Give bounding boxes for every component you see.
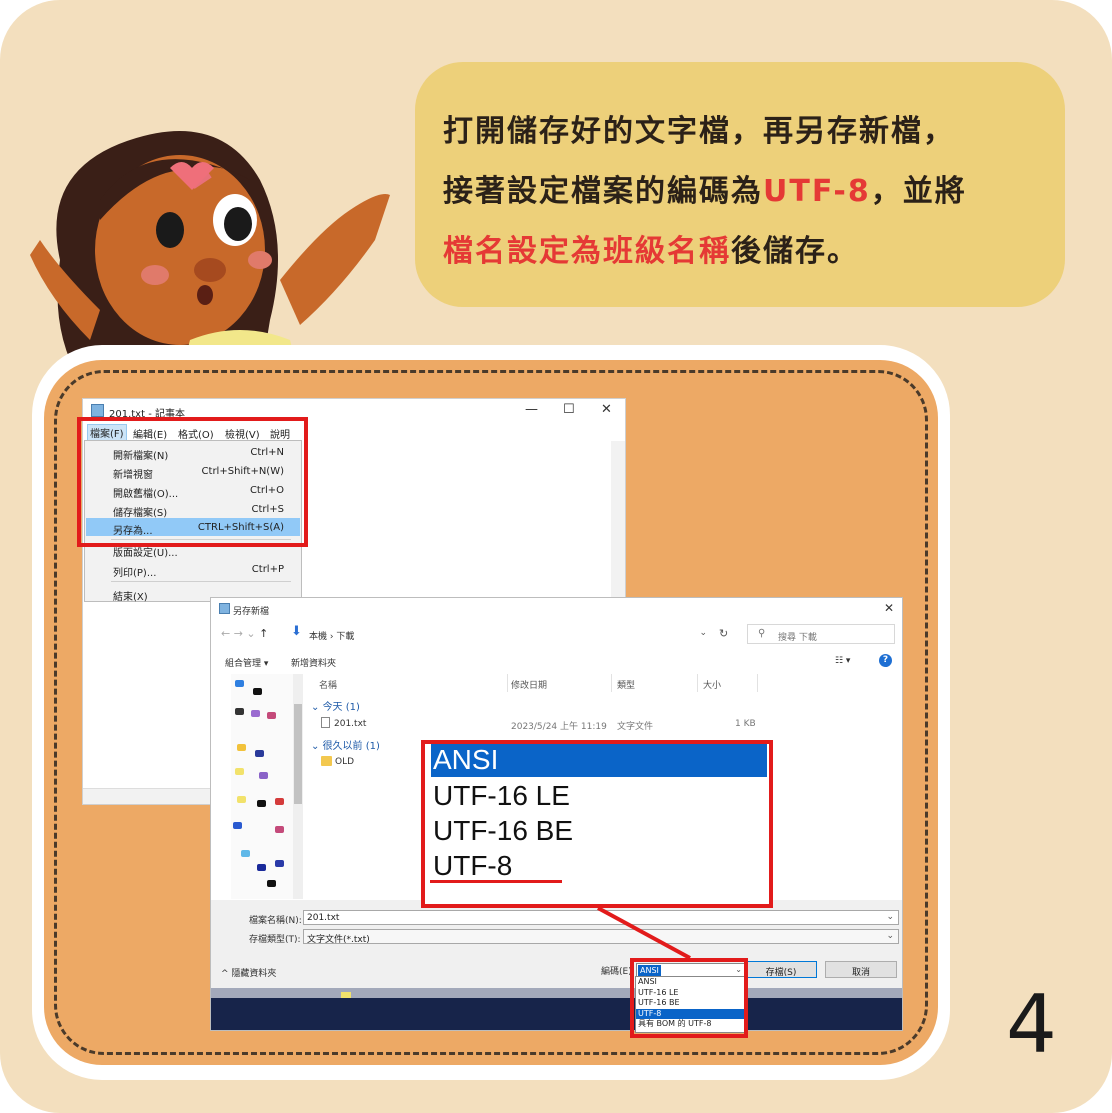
dialog-toolbar: 組合管理 ▾ 新增資料夾 ☷ ▾ ?: [211, 652, 902, 672]
folder-row[interactable]: OLD: [321, 756, 354, 767]
scrollbar-thumb[interactable]: [294, 704, 302, 804]
instruction-highlight-filename: 檔名設定為班級名稱: [443, 234, 731, 269]
instruction-highlight-utf8: UTF-8: [763, 174, 871, 209]
dialog-icon: [219, 603, 230, 614]
hide-folders-label: 隱藏資料夾: [231, 969, 277, 979]
filename-label: 檔案名稱(N):: [249, 916, 302, 926]
search-icon: ⚲: [758, 628, 766, 639]
desktop-background-strip: [211, 988, 902, 1030]
instruction-line-3: 檔名設定為班級名稱後儲存。: [443, 226, 859, 270]
column-size[interactable]: 大小: [703, 678, 721, 691]
close-icon[interactable]: ✕: [884, 601, 894, 615]
navigation-bar: ← → ⌄ ↑ ⬇ 本機 › 下載 ⌄ ↻ ⚲ 搜尋 下載: [211, 624, 902, 646]
menu-item-shortcut: Ctrl+P: [251, 564, 284, 575]
help-icon[interactable]: ?: [879, 654, 892, 667]
column-type[interactable]: 類型: [617, 678, 635, 691]
column-name[interactable]: 名稱: [319, 678, 337, 691]
group-old[interactable]: ⌄ 很久以前 (1): [311, 737, 380, 752]
file-row[interactable]: 201.txt: [321, 717, 366, 729]
pane-scrollbar[interactable]: [293, 674, 303, 899]
girl-character-illustration: [30, 131, 390, 380]
save-button[interactable]: 存檔(S): [745, 961, 817, 978]
highlight-box-encoding: [630, 958, 748, 1038]
file-type: 文字文件: [617, 722, 654, 732]
dialog-title: 另存新檔: [233, 607, 270, 617]
column-divider: [611, 674, 612, 692]
horizontal-scrollbar[interactable]: [83, 788, 211, 804]
file-size: 1 KB: [735, 719, 756, 729]
cancel-button[interactable]: 取消: [825, 961, 897, 978]
filename-value: 201.txt: [307, 913, 340, 923]
download-icon: ⬇: [291, 624, 302, 639]
file-date: 2023/5/24 上午 11:19: [511, 722, 607, 732]
instruction-line-1: 打開儲存好的文字檔，再另存新檔，: [443, 114, 955, 149]
chevron-down-icon[interactable]: ⌄: [886, 912, 894, 922]
group-today[interactable]: ⌄ 今天 (1): [311, 698, 360, 713]
view-options-icon[interactable]: ☷ ▾: [835, 656, 850, 666]
text-file-icon: [321, 717, 330, 728]
new-folder-button[interactable]: 新增資料夾: [291, 656, 336, 669]
menu-item-print[interactable]: 列印(P)... Ctrl+P: [86, 560, 300, 579]
highlight-box-zoom: [421, 740, 773, 908]
highlight-box-menu: [77, 417, 308, 547]
step-number: 4: [1006, 978, 1057, 1071]
column-divider: [507, 674, 508, 692]
search-input[interactable]: ⚲ 搜尋 下載: [747, 624, 895, 644]
instruction-text: ，並將: [870, 174, 967, 209]
menu-item-label: 結束(X): [113, 592, 148, 603]
filetype-value: 文字文件(*.txt): [307, 935, 370, 945]
file-name: 201.txt: [334, 719, 367, 729]
filename-input[interactable]: 201.txt ⌄: [303, 910, 899, 925]
column-divider: [697, 674, 698, 692]
back-forward-icon[interactable]: ← → ⌄ ↑: [221, 627, 268, 640]
page: 打開儲存好的文字檔，再另存新檔， 接著設定檔案的編碼為UTF-8，並將 檔名設定…: [0, 0, 1112, 1113]
refresh-icon[interactable]: ↻: [719, 627, 728, 640]
close-icon[interactable]: ✕: [601, 402, 612, 417]
group-label: 很久以前 (1): [322, 741, 380, 752]
hide-folders-toggle[interactable]: ^ 隱藏資料夾: [221, 966, 276, 979]
address-bar[interactable]: ⬇ 本機 › 下載 ⌄: [289, 624, 707, 644]
column-date[interactable]: 修改日期: [511, 678, 547, 691]
maximize-icon[interactable]: ☐: [563, 402, 575, 417]
instruction-bubble: 打開儲存好的文字檔，再另存新檔， 接著設定檔案的編碼為UTF-8，並將 檔名設定…: [415, 62, 1065, 307]
search-placeholder: 搜尋 下載: [778, 633, 817, 643]
address-path: 本機 › 下載: [309, 632, 355, 642]
folder-name: OLD: [335, 757, 355, 767]
chevron-down-icon[interactable]: ⌄: [886, 931, 894, 941]
instruction-text: 後儲存。: [731, 234, 859, 269]
folder-icon: [321, 756, 332, 766]
chevron-down-icon[interactable]: ⌄: [699, 628, 707, 638]
instruction-line-2: 接著設定檔案的編碼為UTF-8，並將: [443, 166, 967, 210]
column-divider: [757, 674, 758, 692]
menu-divider: [111, 581, 291, 582]
minimize-icon[interactable]: —: [525, 402, 538, 417]
filetype-label: 存檔類型(T):: [249, 935, 301, 945]
dialog-bottom-panel: 檔案名稱(N): 201.txt ⌄ 存檔類型(T): 文字文件(*.txt) ⌄ …: [211, 900, 902, 988]
filetype-select[interactable]: 文字文件(*.txt) ⌄: [303, 929, 899, 945]
notepad-icon: [91, 404, 104, 417]
organize-button[interactable]: 組合管理 ▾: [225, 656, 268, 669]
menu-item-label: 列印(P)...: [113, 568, 157, 579]
group-label: 今天 (1): [322, 702, 360, 713]
instruction-text: 接著設定檔案的編碼為: [443, 174, 763, 209]
